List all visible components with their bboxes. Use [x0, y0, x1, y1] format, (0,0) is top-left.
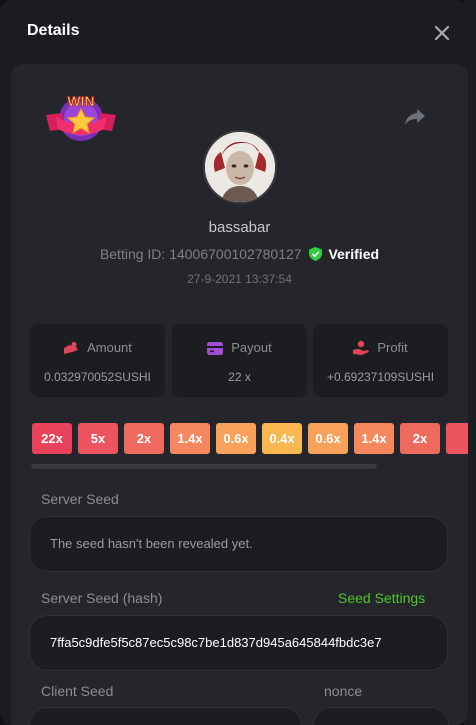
- stat-payout-value: 22 x: [228, 370, 251, 384]
- bet-date: 27-9-2021 13:37:54: [187, 272, 292, 286]
- verified-label: Verified: [328, 246, 380, 262]
- close-icon[interactable]: [432, 23, 452, 43]
- stat-profit: Profit +0.69237109SUSHI: [313, 324, 448, 397]
- hand-coin-icon: [353, 340, 370, 355]
- verified-shield-icon: [309, 247, 323, 261]
- stat-payout: Payout 22 x: [172, 324, 307, 397]
- client-seed-field[interactable]: [29, 707, 302, 725]
- coins-icon: [64, 341, 79, 354]
- username: bassabar: [208, 219, 271, 236]
- multiplier-tile: 0.4x: [262, 423, 302, 454]
- modal-header: Details: [0, 0, 468, 64]
- multiplier-row: 22x 5x 2x 1.4x 0.6x 0.4x 0.6x 1.4x 2x: [32, 423, 468, 455]
- server-seed-hash-field[interactable]: 7ffa5c9dfe5f5c87ec5c98c7be1d837d945a6458…: [29, 615, 448, 671]
- stat-amount-value: 0.032970052SUSHI: [44, 370, 151, 384]
- multiplier-tile: 1.4x: [354, 423, 394, 454]
- server-seed-hash-label: Server Seed (hash): [41, 590, 163, 606]
- seed-settings-link[interactable]: Seed Settings: [338, 590, 425, 606]
- server-seed-field: The seed hasn't been revealed yet.: [29, 516, 448, 572]
- client-seed-label: Client Seed: [41, 683, 114, 699]
- nonce-label: nonce: [324, 683, 363, 699]
- stat-amount-label: Amount: [87, 340, 132, 355]
- wallet-icon: [207, 342, 224, 355]
- multiplier-tile: 2x: [124, 423, 164, 454]
- multiplier-tile: 5x: [78, 423, 118, 454]
- multiplier-tile: 1.4x: [170, 423, 210, 454]
- betting-id-line: Betting ID: 14006700102780127 Verified: [11, 246, 468, 262]
- bet-details-panel: WIN bassabar Betting ID: 140067001027801…: [11, 64, 468, 725]
- win-badge-text: WIN: [67, 93, 94, 109]
- multiplier-tile: 22x: [32, 423, 72, 454]
- multiplier-tile: 0.6x: [216, 423, 256, 454]
- multiplier-scrollbar[interactable]: [31, 464, 377, 469]
- stat-payout-label: Payout: [231, 340, 272, 355]
- betting-id: Betting ID: 14006700102780127: [99, 246, 302, 262]
- modal-title: Details: [27, 22, 80, 39]
- multiplier-tile: [446, 423, 468, 454]
- nonce-field[interactable]: [313, 707, 449, 725]
- multiplier-tile: 2x: [400, 423, 440, 454]
- stat-profit-label: Profit: [377, 340, 408, 355]
- multiplier-tile: 0.6x: [308, 423, 348, 454]
- avatar: [203, 130, 277, 204]
- details-modal: Details WIN bassabar Betting ID: 1400670…: [0, 0, 468, 725]
- stat-profit-value: +0.69237109SUSHI: [326, 370, 435, 384]
- share-icon[interactable]: [404, 105, 426, 127]
- win-badge-icon: WIN: [44, 89, 118, 145]
- server-seed-label: Server Seed: [41, 491, 119, 507]
- stat-amount: Amount 0.032970052SUSHI: [30, 324, 165, 397]
